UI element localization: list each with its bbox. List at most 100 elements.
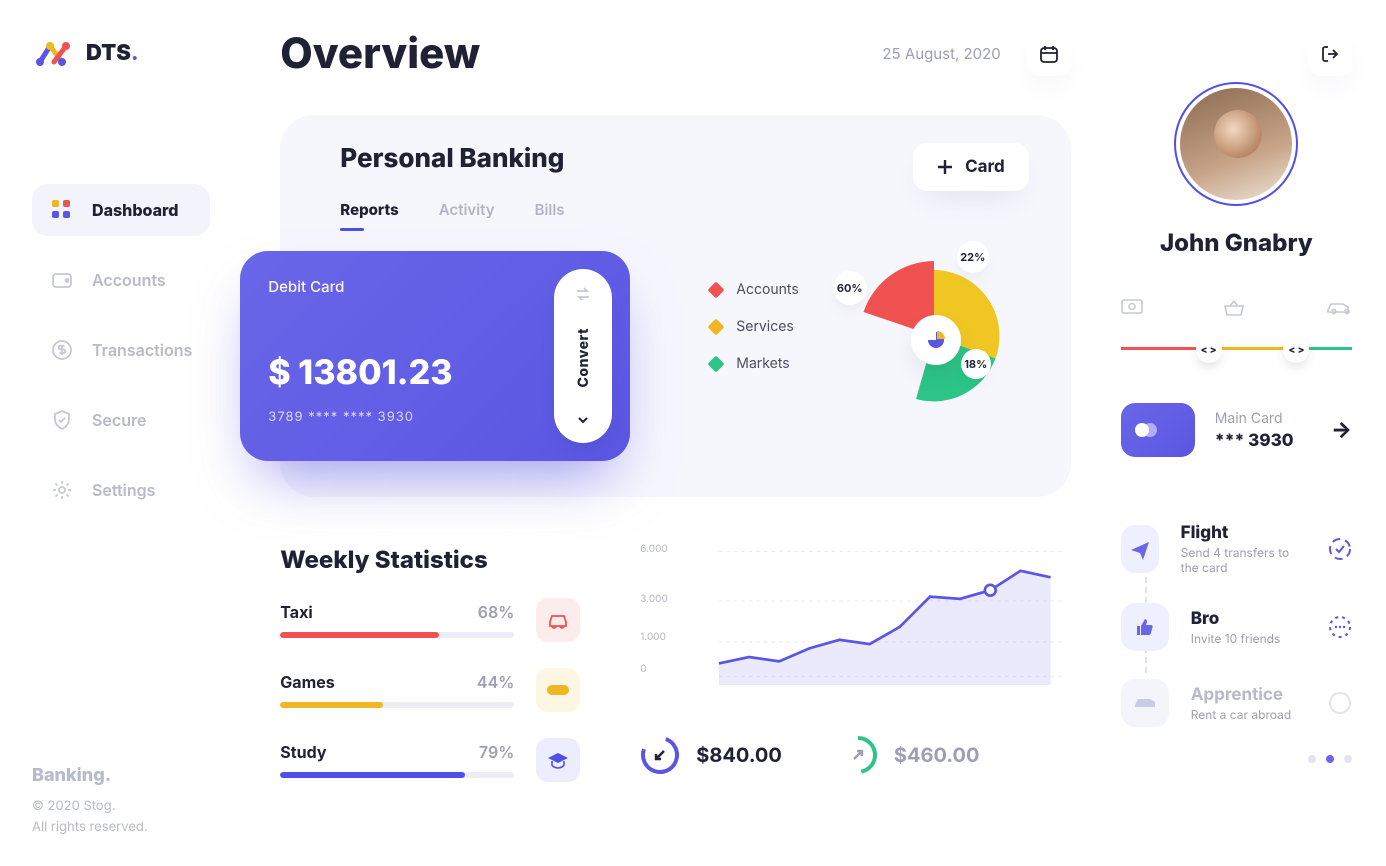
task-title: Bro (1191, 609, 1281, 629)
card-type: Debit Card (268, 277, 602, 296)
mini-card-icon (1121, 403, 1195, 457)
graduation-icon (536, 738, 580, 782)
chevron-down-icon (576, 413, 590, 427)
main-card-label: Main Card (1215, 410, 1294, 427)
car-outline-icon (1326, 299, 1352, 321)
sidebar: DTS. Dashboard Accounts Transactions (0, 0, 230, 866)
plane-icon (1121, 525, 1159, 573)
slider-handle-1[interactable]: < > (1196, 337, 1222, 363)
legend-label: Accounts (736, 281, 798, 298)
sidebar-footer: Banking. © 2020 Stog. All rights reserve… (32, 762, 210, 838)
total-amount: $460.00 (894, 743, 980, 767)
footer-rights: All rights reserved. (32, 817, 210, 838)
donut-center-icon (911, 315, 961, 365)
header-date: 25 August, 2020 (882, 44, 1000, 63)
stat-row-taxi: Taxi68% (280, 598, 580, 642)
profile-pane: John Gnabry < > < > Main Card *** 3930 (1101, 0, 1386, 866)
card-balance: $ 13801.23 (268, 352, 602, 393)
task-status-icon (1328, 615, 1352, 639)
topbar: Overview 25 August, 2020 (280, 28, 1070, 79)
sidebar-item-transactions[interactable]: Transactions (32, 324, 210, 376)
gear-icon (50, 478, 74, 502)
page-title: Overview (280, 28, 480, 79)
task-status-icon (1328, 537, 1352, 561)
donut-value-accounts: 60% (833, 271, 867, 305)
stat-label: Taxi (280, 602, 312, 622)
stat-pct: 79% (479, 742, 514, 762)
gamepad-icon (536, 668, 580, 712)
car-icon (536, 598, 580, 642)
task-bro[interactable]: Bro Invite 10 friends (1121, 603, 1352, 651)
avatar[interactable] (1174, 82, 1298, 206)
convert-label: Convert (575, 328, 592, 388)
plus-icon (937, 159, 953, 175)
arrow-right-icon[interactable]: → (1331, 417, 1352, 443)
sidebar-item-secure[interactable]: Secure (32, 394, 210, 446)
logout-icon (1320, 44, 1340, 64)
brand-name: DTS. (86, 40, 139, 66)
sidebar-item-label: Dashboard (92, 200, 178, 220)
weekly-statistics: Weekly Statistics Taxi68% Games44% (280, 545, 1070, 808)
task-sub: Send 4 transfers to the card (1181, 545, 1306, 575)
stat-row-games: Games44% (280, 668, 580, 712)
main: Overview 25 August, 2020 Personal Bankin… (230, 0, 1100, 866)
sidebar-item-label: Secure (92, 410, 146, 430)
tasks-pager[interactable] (1308, 755, 1352, 763)
calendar-button[interactable] (1027, 32, 1071, 76)
footer-brand: Banking. (32, 762, 210, 791)
car-solid-icon (1121, 679, 1169, 727)
sidebar-item-label: Accounts (92, 270, 166, 290)
spend-sliders: < > < > (1121, 299, 1352, 369)
basket-icon (1223, 299, 1245, 321)
total-out: $460.00 (838, 735, 980, 775)
sidebar-item-settings[interactable]: Settings (32, 464, 210, 516)
arrow-out-icon (838, 735, 878, 775)
debit-card: Debit Card $ 13801.23 3789 **** **** 393… (240, 251, 630, 461)
weekly-totals: $840.00 $460.00 (640, 735, 1070, 775)
profile-name: John Gnabry (1121, 228, 1352, 257)
donut-chart: 60% 22% 18% (839, 231, 1029, 411)
card-number: 3789 **** **** 3930 (268, 409, 602, 425)
legend-label: Services (736, 318, 793, 335)
arrow-in-icon (640, 735, 680, 775)
sidebar-item-label: Settings (92, 480, 155, 500)
task-title: Apprentice (1191, 685, 1291, 705)
slider-handle-2[interactable]: < > (1283, 337, 1309, 363)
wallet-icon (50, 268, 74, 292)
add-card-label: Card (965, 157, 1005, 177)
stat-pct: 44% (477, 672, 514, 692)
logo-mark-icon (32, 32, 74, 74)
convert-button[interactable]: Convert (554, 269, 612, 443)
stat-label: Study (280, 742, 326, 762)
tab-activity[interactable]: Activity (439, 200, 495, 227)
sidebar-item-dashboard[interactable]: Dashboard (32, 184, 210, 236)
add-card-button[interactable]: Card (913, 143, 1029, 191)
donut-value-services: 22% (957, 241, 989, 273)
dollar-circle-icon (50, 338, 74, 362)
stat-row-study: Study 79% (280, 738, 580, 782)
banking-tabs: Reports Activity Bills (340, 200, 564, 227)
total-in: $840.00 (640, 735, 782, 775)
sidebar-item-accounts[interactable]: Accounts (32, 254, 210, 306)
personal-banking-panel: Personal Banking Reports Activity Bills … (280, 115, 1070, 497)
tab-bills[interactable]: Bills (535, 200, 565, 227)
task-title: Flight (1181, 523, 1306, 543)
task-sub: Invite 10 friends (1191, 631, 1281, 646)
logout-button[interactable] (1308, 32, 1352, 76)
task-flight[interactable]: FlightSend 4 transfers to the card (1121, 523, 1352, 575)
thumb-icon (1121, 603, 1169, 651)
money-icon (1121, 299, 1143, 321)
line-chart: 6.000 3.000 1.000 0 (640, 545, 1070, 705)
task-apprentice[interactable]: Apprentice Rent a car abroad (1121, 679, 1352, 727)
tasks-list: FlightSend 4 transfers to the card Bro In… (1121, 523, 1352, 727)
footer-copyright: © 2020 Stog. (32, 796, 210, 817)
total-amount: $840.00 (696, 743, 782, 767)
donut-value-markets: 18% (961, 349, 991, 379)
panel-title: Personal Banking (340, 143, 564, 174)
task-sub: Rent a car abroad (1191, 707, 1291, 722)
task-status-icon (1328, 691, 1352, 715)
dashboard-icon (50, 198, 74, 222)
main-card-row[interactable]: Main Card *** 3930 → (1121, 403, 1352, 457)
tab-reports[interactable]: Reports (340, 200, 398, 227)
logo: DTS. (32, 32, 210, 74)
